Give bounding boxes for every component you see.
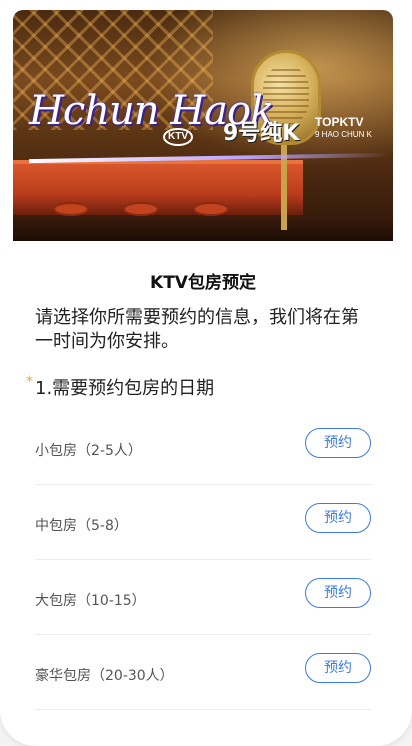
stool [123, 202, 159, 216]
booking-page: Hchun Haok KTV 9号纯K TOPKTV 9 HAO CHUN K … [0, 0, 412, 746]
brand-slogan: 9号纯K [223, 121, 300, 146]
list-item: 中包房（5-8） 预约 [35, 485, 371, 560]
brand-top: TOPKTV [315, 115, 364, 129]
logo-badge: KTV [163, 128, 193, 146]
page-title: KTV包房预定 [150, 273, 256, 293]
reserve-button[interactable]: 预约 [305, 503, 371, 533]
reserve-button[interactable]: 预约 [305, 653, 371, 683]
room-name: 豪华包房（20-30人） [35, 668, 174, 684]
room-list: 小包房（2-5人） 预约 中包房（5-8） 预约 大包房（10-15） 预约 豪… [35, 410, 371, 710]
room-name: 大包房（10-15） [35, 593, 146, 609]
list-item: 大包房（10-15） 预约 [35, 560, 371, 635]
reserve-button[interactable]: 预约 [305, 578, 371, 608]
question-label: * 1.需要预约包房的日期 [26, 374, 214, 400]
room-name: 小包房（2-5人） [35, 443, 142, 459]
page-description: 请选择你所需要预约的信息，我们将在第一时间为你安排。 [35, 307, 359, 352]
list-item: 豪华包房（20-30人） 预约 [35, 635, 371, 710]
floor-decoration [13, 215, 393, 241]
required-mark: * [26, 374, 33, 390]
list-item: 小包房（2-5人） 预约 [35, 410, 371, 485]
reserve-button[interactable]: 预约 [305, 428, 371, 458]
brand-sub: 9 HAO CHUN K [315, 130, 372, 139]
stool [193, 202, 229, 216]
question-text: 1.需要预约包房的日期 [35, 378, 215, 399]
ktv-banner-image: Hchun Haok KTV 9号纯K TOPKTV 9 HAO CHUN K [13, 10, 393, 241]
room-name: 中包房（5-8） [35, 518, 128, 534]
stool [53, 202, 89, 216]
